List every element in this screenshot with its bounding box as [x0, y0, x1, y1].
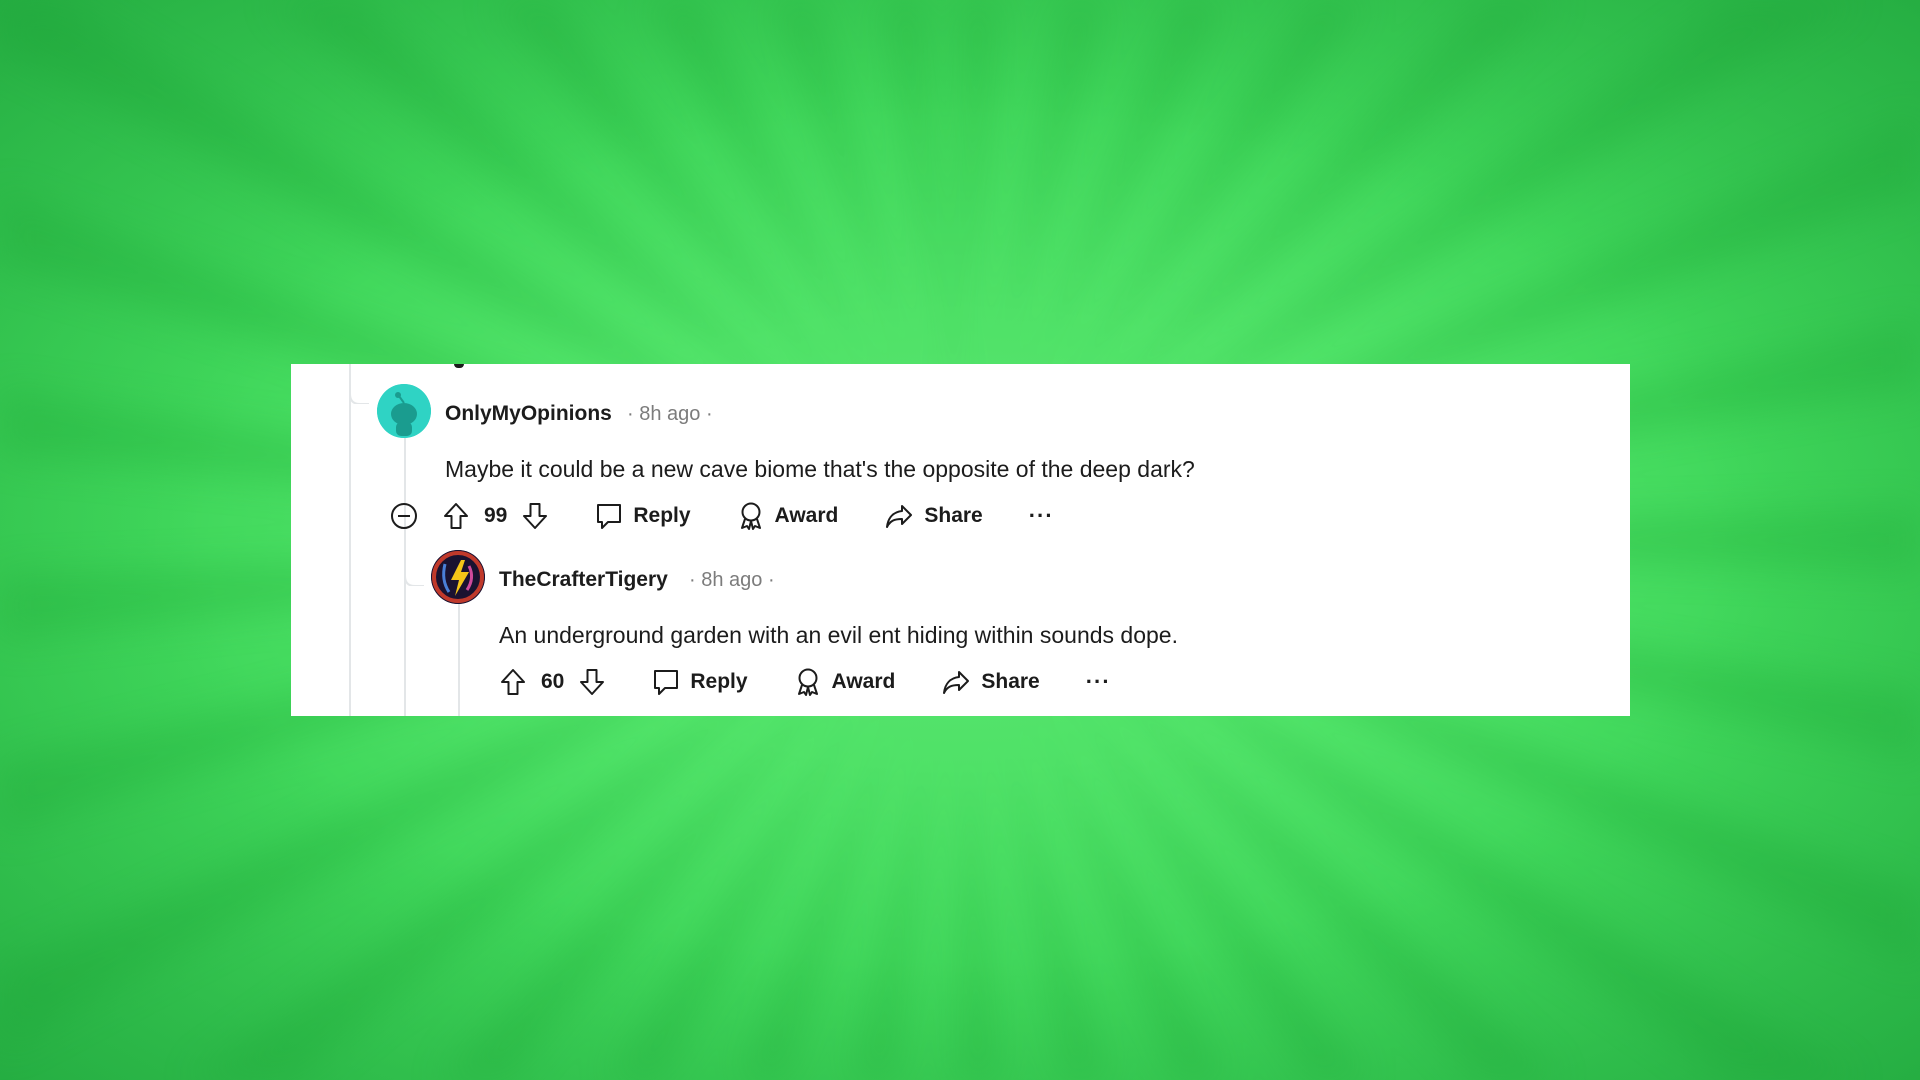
- comment-timestamp: · 8h ago ·: [689, 569, 775, 591]
- comment-body: Maybe it could be a new cave biome that'…: [445, 456, 1195, 482]
- award-label: Award: [774, 504, 839, 527]
- award-icon: [737, 501, 765, 531]
- thread-line-outer: [349, 364, 351, 716]
- award-label: Award: [831, 670, 896, 693]
- vote-count: 60: [541, 670, 565, 693]
- upvote-icon[interactable]: [442, 501, 470, 531]
- comment-bubble-icon: [652, 668, 680, 696]
- award-button[interactable]: Award: [737, 501, 839, 531]
- comment-author[interactable]: TheCrafterTigery: [499, 568, 668, 592]
- share-icon: [941, 668, 971, 696]
- vote-count: 99: [484, 504, 508, 527]
- reply-label: Reply: [690, 670, 748, 693]
- award-icon: [794, 667, 822, 697]
- comment-bubble-icon: [595, 502, 623, 530]
- more-options-icon[interactable]: ···: [1029, 503, 1054, 529]
- collapse-icon[interactable]: [390, 502, 418, 530]
- award-button[interactable]: Award: [794, 667, 896, 697]
- comment-author[interactable]: OnlyMyOpinions: [445, 402, 612, 426]
- comment-timestamp: · 8h ago ·: [627, 403, 713, 425]
- downvote-icon[interactable]: [578, 667, 606, 697]
- reply-button[interactable]: Reply: [652, 668, 748, 696]
- share-label: Share: [981, 670, 1040, 693]
- comment-actions: 99 Reply Award Share ···: [390, 498, 1054, 534]
- snoo-avatar-icon: [377, 384, 431, 438]
- avatar[interactable]: [431, 550, 485, 604]
- thread-connector[interactable]: [349, 364, 369, 404]
- lightning-avatar-icon: [431, 550, 485, 604]
- comment-actions: 60 Reply Award Share ···: [499, 664, 1111, 700]
- share-icon: [884, 502, 914, 530]
- more-options-icon[interactable]: ···: [1086, 669, 1111, 695]
- reply-button[interactable]: Reply: [595, 502, 691, 530]
- comment-body: An underground garden with an evil ent h…: [499, 622, 1178, 648]
- upvote-icon[interactable]: [499, 667, 527, 697]
- avatar[interactable]: [377, 384, 431, 438]
- share-label: Share: [924, 504, 983, 527]
- downvote-icon[interactable]: [521, 501, 549, 531]
- share-button[interactable]: Share: [941, 668, 1040, 696]
- thread-fragment: [454, 364, 464, 368]
- thread-connector[interactable]: [404, 544, 424, 586]
- reply-label: Reply: [633, 504, 691, 527]
- comment-card: OnlyMyOpinions · 8h ago · Maybe it could…: [291, 364, 1630, 716]
- share-button[interactable]: Share: [884, 502, 983, 530]
